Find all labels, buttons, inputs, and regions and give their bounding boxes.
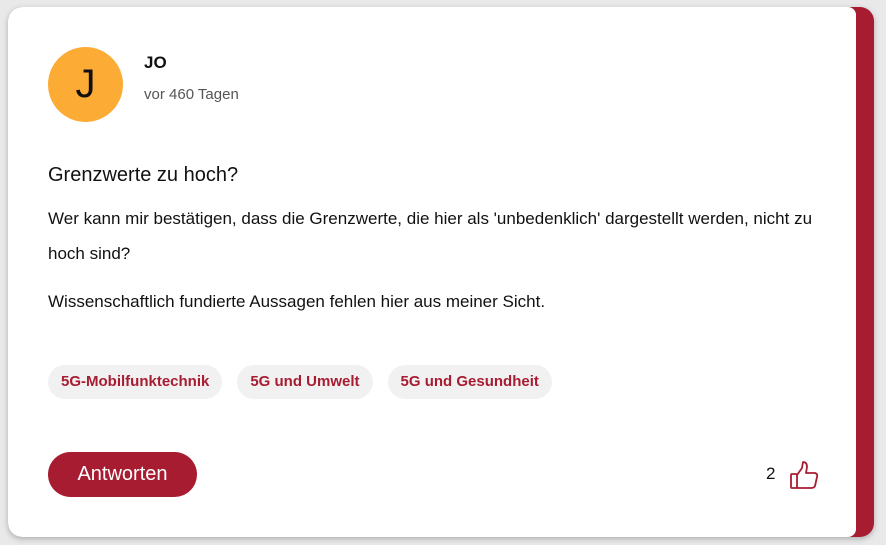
- tag-5g-mobilfunktechnik[interactable]: 5G-Mobilfunktechnik: [48, 365, 223, 399]
- reply-button[interactable]: Antworten: [48, 452, 197, 497]
- post-card-frame: J JO vor 460 Tagen Grenzwerte zu hoch? W…: [8, 7, 874, 537]
- post-body-paragraph: Wissenschaftlich fundierte Aussagen fehl…: [48, 292, 546, 311]
- post-card: J JO vor 460 Tagen Grenzwerte zu hoch? W…: [8, 7, 856, 537]
- tag-5g-und-gesundheit[interactable]: 5G und Gesundheit: [387, 365, 552, 399]
- thumbs-up-icon[interactable]: [788, 459, 820, 491]
- post-body: Wer kann mir bestätigen, dass die Grenzw…: [48, 201, 828, 319]
- author-name: JO: [144, 53, 167, 72]
- post-body-paragraph: Wer kann mir bestätigen, dass die Grenzw…: [48, 209, 813, 263]
- tag-5g-und-umwelt[interactable]: 5G und Umwelt: [237, 365, 373, 399]
- post-timestamp: vor 460 Tagen: [144, 86, 239, 103]
- post-title: Grenzwerte zu hoch?: [48, 164, 239, 186]
- tag-list: 5G-Mobilfunktechnik 5G und Umwelt 5G und…: [48, 365, 552, 399]
- avatar: J: [48, 47, 123, 122]
- like-count: 2: [766, 464, 776, 483]
